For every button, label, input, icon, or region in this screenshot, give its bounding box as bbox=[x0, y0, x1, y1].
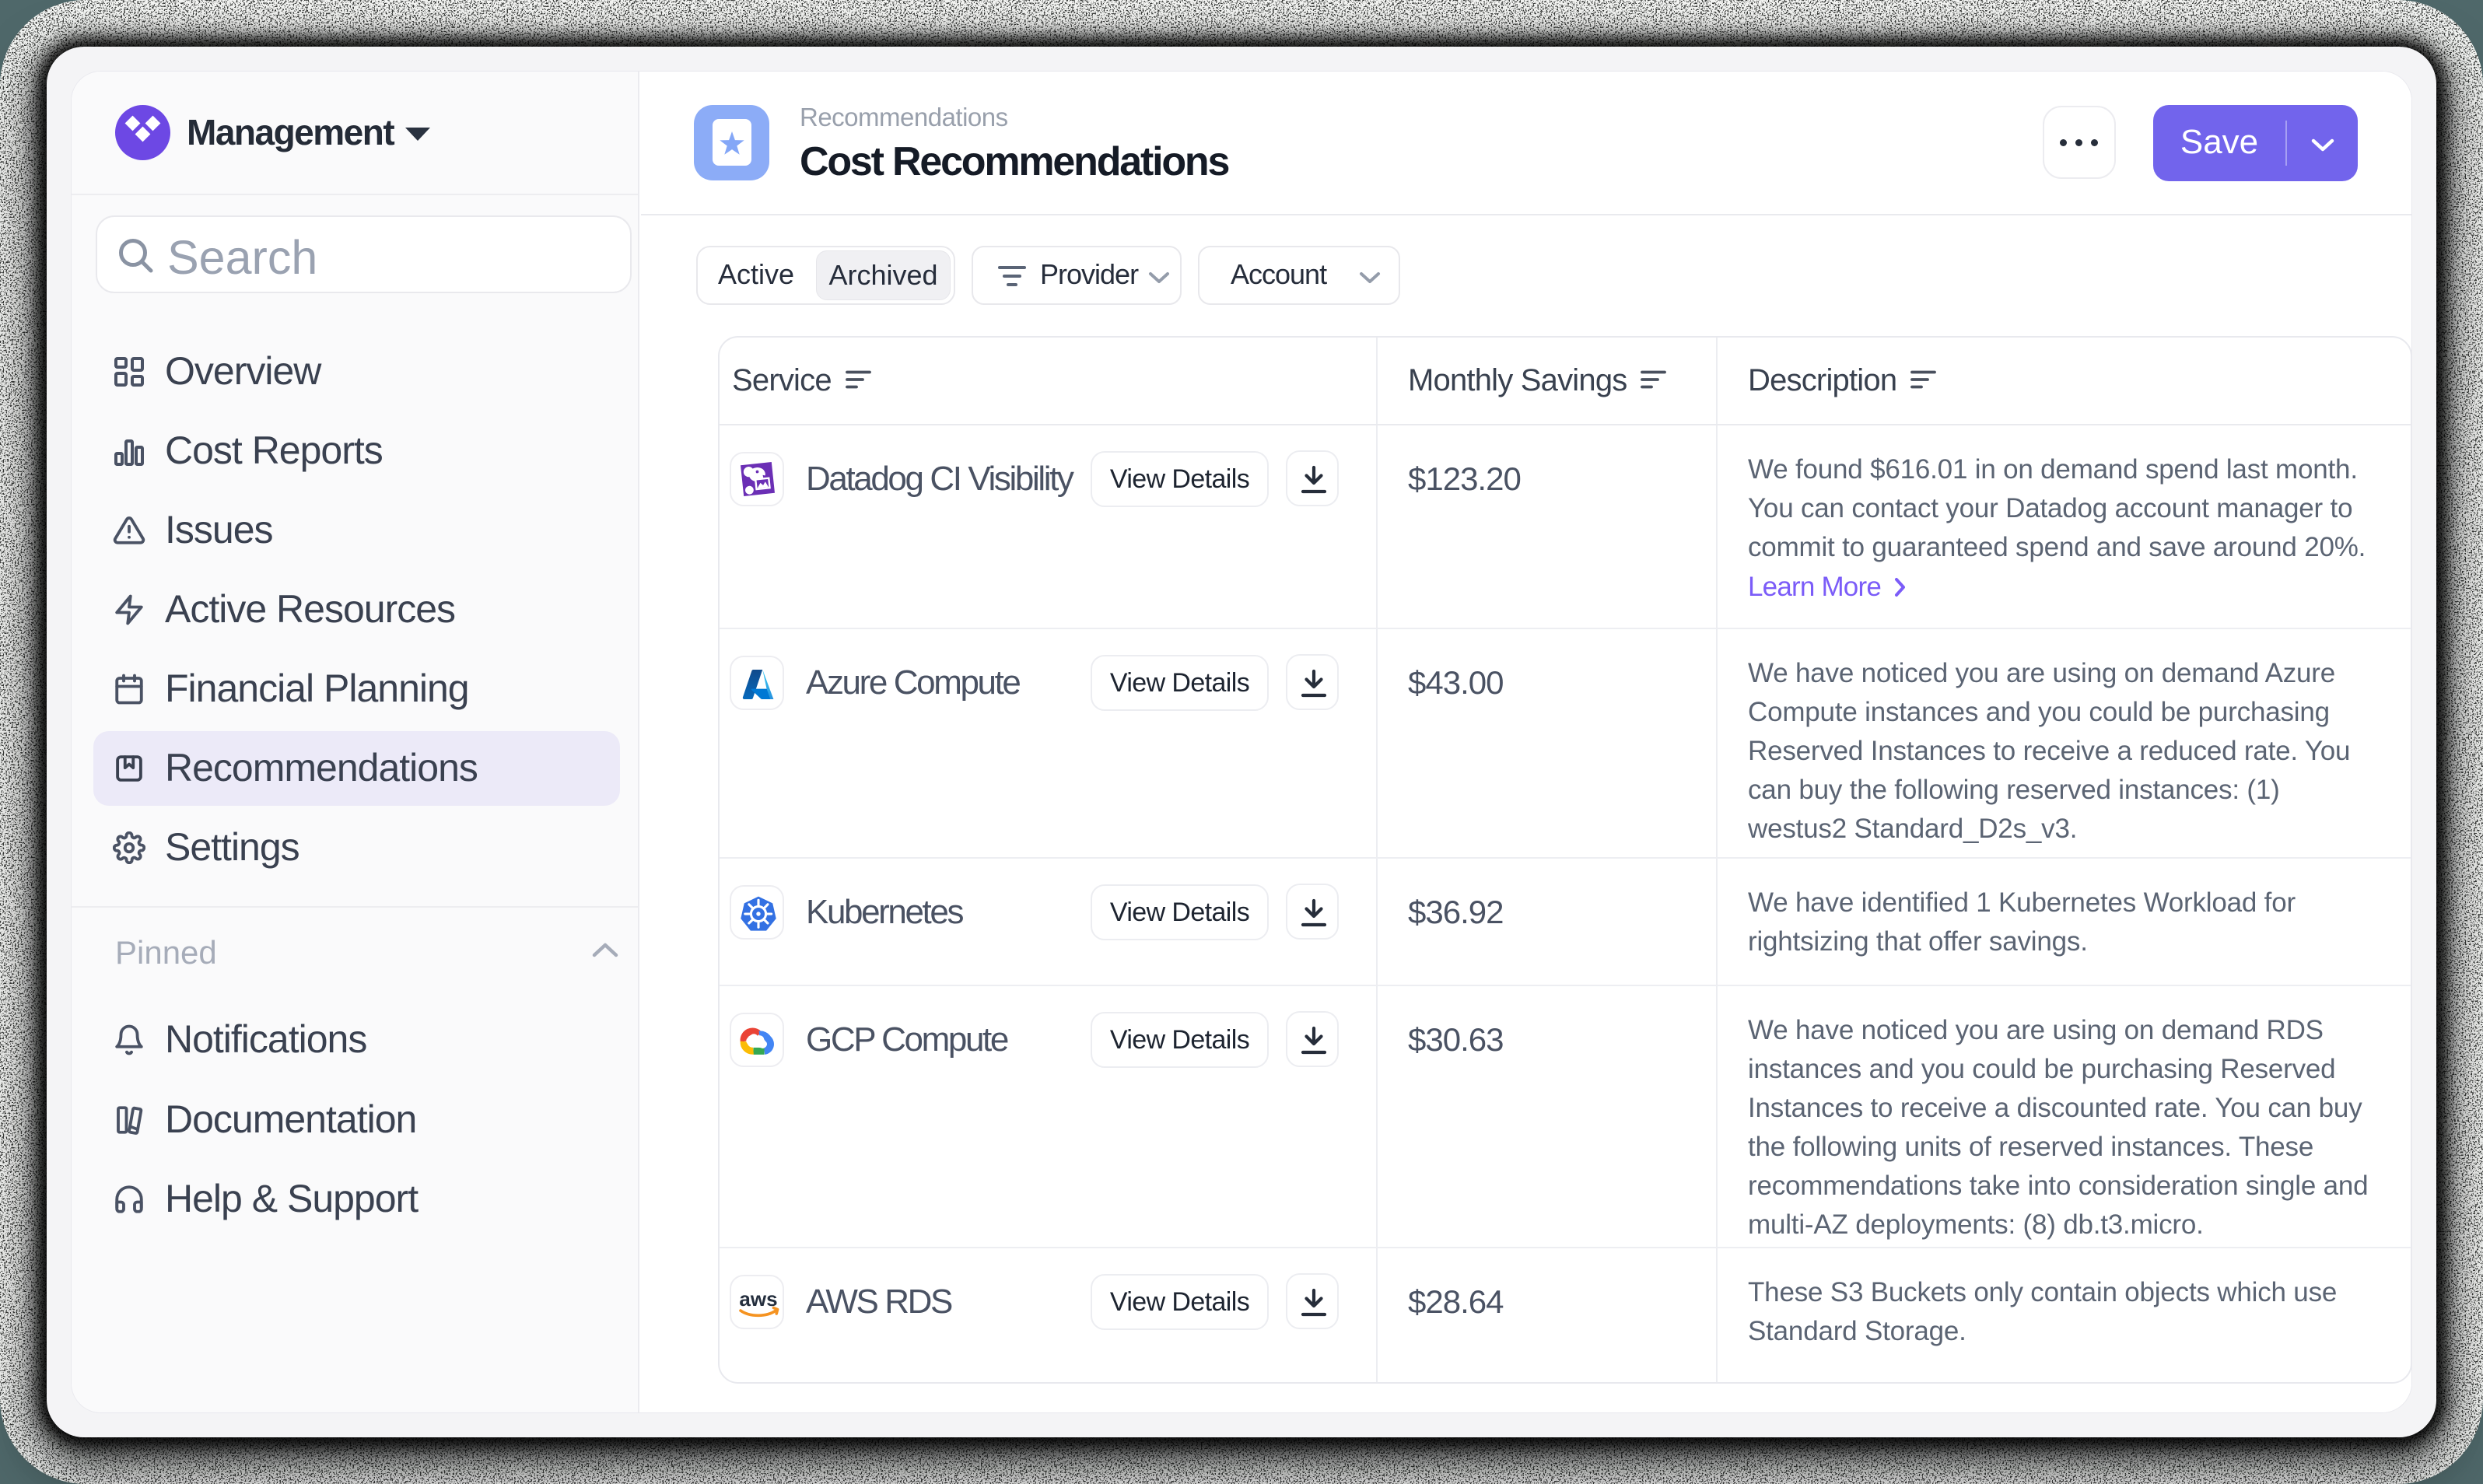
svg-text:aws: aws bbox=[739, 1287, 777, 1311]
